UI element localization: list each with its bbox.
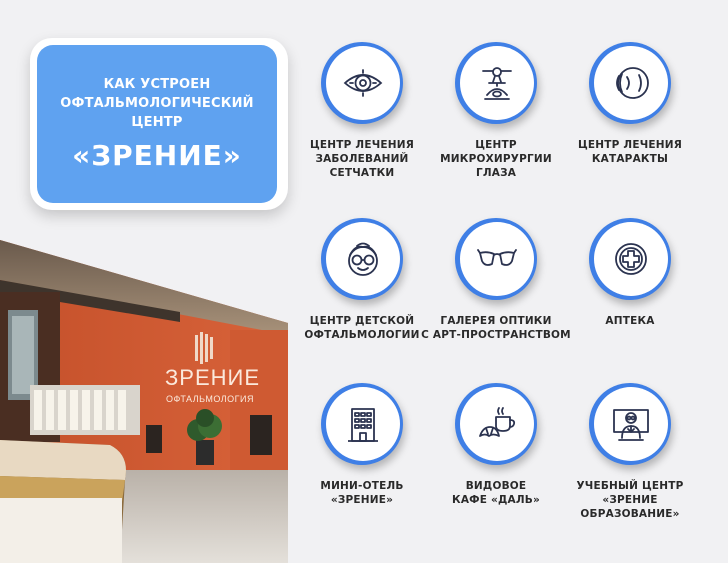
service-label: МИНИ-ОТЕЛЬ «ЗРЕНИЕ» [320, 480, 404, 506]
service-cafe[interactable]: ВИДОВОЕ КАФЕ «ДАЛЬ» [421, 383, 571, 507]
icon-circle [321, 218, 403, 300]
eye-icon [343, 69, 383, 97]
title-line-1: КАК УСТРОЕН [103, 76, 211, 92]
hotel-building-icon [348, 408, 378, 442]
microscope-icon [482, 67, 512, 100]
service-label: АПТЕКА [605, 315, 655, 327]
service-label: УЧЕБНЫЙ ЦЕНТР «ЗРЕНИЕ ОБРАЗОВАНИЕ» [576, 480, 684, 520]
pharmacy-cross-icon [615, 243, 647, 275]
sign-name: ЗРЕНИЕ [165, 365, 260, 390]
service-pharmacy[interactable]: АПТЕКА [555, 218, 705, 328]
icon-circle [455, 42, 537, 124]
icon-circle [321, 42, 403, 124]
service-label: ЦЕНТР ДЕТСКОЙ ОФТАЛЬМОЛОГИИ [304, 315, 420, 341]
service-label: ЦЕНТР ЛЕЧЕНИЯ КАТАРАКТЫ [577, 139, 683, 165]
service-optics-gallery[interactable]: ГАЛЕРЕЯ ОПТИКИ С АРТ-ПРОСТРАНСТВОМ [421, 218, 571, 342]
service-label: ГАЛЕРЕЯ ОПТИКИ С АРТ-ПРОСТРАНСТВОМ [421, 315, 571, 341]
sign-subtitle: ОФТАЛЬМОЛОГИЯ [166, 394, 254, 404]
service-retina-center[interactable]: ЦЕНТР ЛЕЧЕНИЯ ЗАБОЛЕВАНИЙ СЕТЧАТКИ [287, 42, 437, 180]
icon-circle [455, 218, 537, 300]
service-label: ВИДОВОЕ КАФЕ «ДАЛЬ» [452, 480, 540, 506]
icon-circle [455, 383, 537, 465]
title-line-3: ЦЕНТР [131, 114, 183, 130]
center-name: «ЗРЕНИЕ» [72, 138, 242, 172]
center-interior-photo: ЗРЕНИЕ ОФТАЛЬМОЛОГИЯ [0, 240, 288, 563]
child-glasses-icon [348, 242, 378, 276]
coffee-croissant-icon [479, 407, 516, 437]
service-pediatric-ophthalmology[interactable]: ЦЕНТР ДЕТСКОЙ ОФТАЛЬМОЛОГИИ [287, 218, 437, 342]
service-cataract-center[interactable]: ЦЕНТР ЛЕЧЕНИЯ КАТАРАКТЫ [555, 42, 705, 166]
service-label: ЦЕНТР МИКРОХИРУРГИИ ГЛАЗА [440, 139, 552, 179]
eyeglasses-icon [477, 249, 517, 266]
title-card: КАК УСТРОЕН ОФТАЛЬМОЛОГИЧЕСКИЙ ЦЕНТР «ЗР… [37, 45, 277, 203]
icon-circle [321, 383, 403, 465]
title-line-2: ОФТАЛЬМОЛОГИЧЕСКИЙ [60, 95, 254, 111]
icon-circle [589, 42, 671, 124]
service-microsurgery-center[interactable]: ЦЕНТР МИКРОХИРУРГИИ ГЛАЗА [421, 42, 571, 180]
icon-circle [589, 218, 671, 300]
teacher-board-icon [613, 409, 649, 441]
service-training-center[interactable]: УЧЕБНЫЙ ЦЕНТР «ЗРЕНИЕ ОБРАЗОВАНИЕ» [555, 383, 705, 521]
service-label: ЦЕНТР ЛЕЧЕНИЯ ЗАБОЛЕВАНИЙ СЕТЧАТКИ [309, 139, 415, 179]
service-mini-hotel[interactable]: МИНИ-ОТЕЛЬ «ЗРЕНИЕ» [287, 383, 437, 507]
eye-profile-icon [616, 67, 649, 99]
icon-circle [589, 383, 671, 465]
